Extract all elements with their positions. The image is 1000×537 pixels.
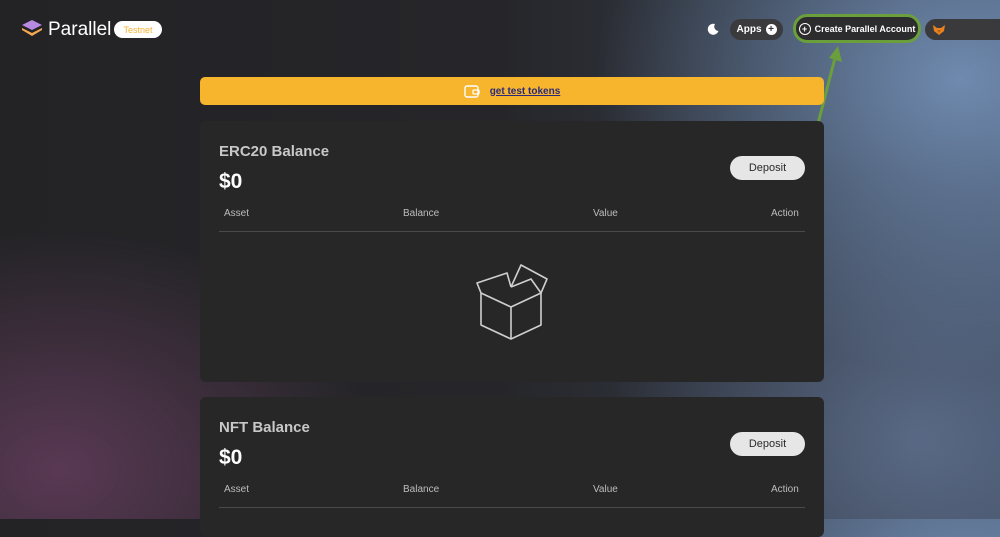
empty-box-icon (476, 264, 548, 340)
apps-button[interactable]: Apps + (730, 19, 783, 40)
erc20-title: ERC20 Balance (219, 143, 330, 160)
column-asset: Asset (224, 484, 250, 495)
get-test-tokens-link[interactable]: get test tokens (490, 86, 561, 97)
erc20-balance-card: ERC20 Balance $0 Deposit Asset Balance V… (200, 121, 824, 382)
apps-label: Apps (736, 24, 762, 35)
column-value: Value (593, 208, 618, 219)
logo-layers-icon (22, 19, 42, 41)
column-balance: Balance (403, 484, 440, 495)
create-account-label: Create Parallel Account (814, 23, 916, 34)
plus-icon: + (765, 24, 777, 35)
column-asset: Asset (224, 208, 250, 219)
erc20-amount: $0 (219, 170, 243, 193)
erc20-deposit-button[interactable]: Deposit (730, 156, 805, 180)
table-divider (219, 507, 805, 508)
network-badge: Testnet (114, 21, 162, 38)
plus-circle-icon: + (798, 22, 811, 35)
nft-title: NFT Balance (219, 419, 310, 436)
column-value: Value (593, 484, 618, 495)
theme-toggle[interactable] (706, 22, 720, 41)
nft-amount: $0 (219, 446, 243, 469)
column-action: Action (771, 484, 799, 495)
nft-balance-card: NFT Balance $0 Deposit Asset Balance Val… (200, 397, 824, 537)
table-divider (219, 231, 805, 232)
wallet-icon (464, 85, 480, 98)
fox-wallet-icon (933, 24, 945, 35)
nft-deposit-button[interactable]: Deposit (730, 432, 805, 456)
column-balance: Balance (403, 208, 440, 219)
wallet-account-button[interactable] (925, 19, 1000, 40)
brand-logo[interactable]: Parallel (22, 19, 111, 41)
app-name: Parallel (48, 19, 112, 40)
moon-icon (707, 23, 719, 35)
test-tokens-banner: get test tokens (200, 77, 824, 105)
column-action: Action (771, 208, 799, 219)
